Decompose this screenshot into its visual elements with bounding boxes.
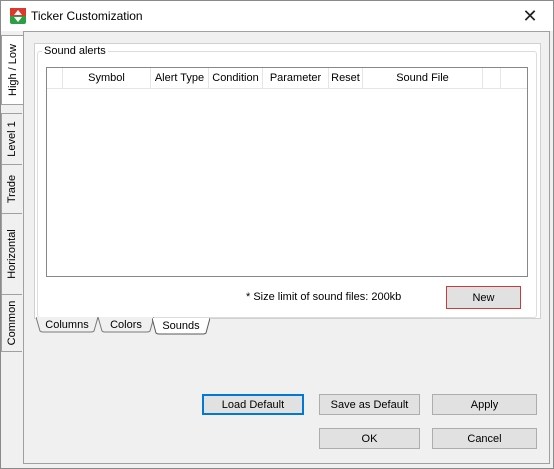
close-icon[interactable]: ✕ xyxy=(507,1,553,31)
sound-alerts-table[interactable]: Symbol Alert Type Condition Parameter Re… xyxy=(46,67,528,277)
size-limit-note: * Size limit of sound files: 200kb xyxy=(246,291,402,303)
ok-button[interactable]: OK xyxy=(319,428,420,449)
tab-common[interactable]: Common xyxy=(1,294,22,352)
column-header-symbol[interactable]: Symbol xyxy=(63,68,151,88)
tab-trade-label: Trade xyxy=(6,174,18,204)
apply-button[interactable]: Apply xyxy=(432,394,537,415)
window-title: Ticker Customization xyxy=(31,9,143,23)
tab-common-label: Common xyxy=(6,300,18,346)
dialog-window: Ticker Customization ✕ High / Low Level … xyxy=(0,0,554,469)
column-header-condition[interactable]: Condition xyxy=(209,68,263,88)
column-header-alert-type[interactable]: Alert Type xyxy=(151,68,209,88)
bottom-tab-strip: Columns Colors Sounds xyxy=(34,317,274,339)
column-header-sound-file[interactable]: Sound File xyxy=(363,68,483,88)
column-header-reset[interactable]: Reset xyxy=(329,68,363,88)
title-bar[interactable]: Ticker Customization ✕ xyxy=(1,1,553,31)
column-header-selector[interactable] xyxy=(47,68,63,88)
column-header-parameter[interactable]: Parameter xyxy=(263,68,329,88)
tab-high-low-label: High / Low xyxy=(6,44,19,96)
tab-level-1-label: Level 1 xyxy=(6,121,18,157)
new-button[interactable]: New xyxy=(446,286,521,309)
save-as-default-button[interactable]: Save as Default xyxy=(319,394,420,415)
tab-sounds[interactable]: Sounds xyxy=(152,318,210,335)
tab-level-1[interactable]: Level 1 xyxy=(1,113,22,165)
tab-columns[interactable]: Columns xyxy=(36,317,98,333)
tab-high-low[interactable]: High / Low xyxy=(1,35,23,105)
table-header: Symbol Alert Type Condition Parameter Re… xyxy=(47,68,527,89)
tab-trade[interactable]: Trade xyxy=(1,164,22,214)
tab-colors[interactable]: Colors xyxy=(98,317,154,333)
side-tab-strip: High / Low Level 1 Trade Horizontal Comm… xyxy=(1,31,23,468)
group-title: Sound alerts xyxy=(42,45,108,57)
tab-colors-label: Colors xyxy=(110,319,142,331)
app-arrows-icon xyxy=(10,8,26,24)
tab-horizontal[interactable]: Horizontal xyxy=(1,213,22,295)
cancel-button[interactable]: Cancel xyxy=(432,428,537,449)
load-default-button[interactable]: Load Default xyxy=(202,394,304,415)
tab-horizontal-label: Horizontal xyxy=(6,229,18,279)
tab-sounds-label: Sounds xyxy=(162,320,200,332)
tab-columns-label: Columns xyxy=(45,319,89,331)
column-header-extra[interactable] xyxy=(483,68,501,88)
